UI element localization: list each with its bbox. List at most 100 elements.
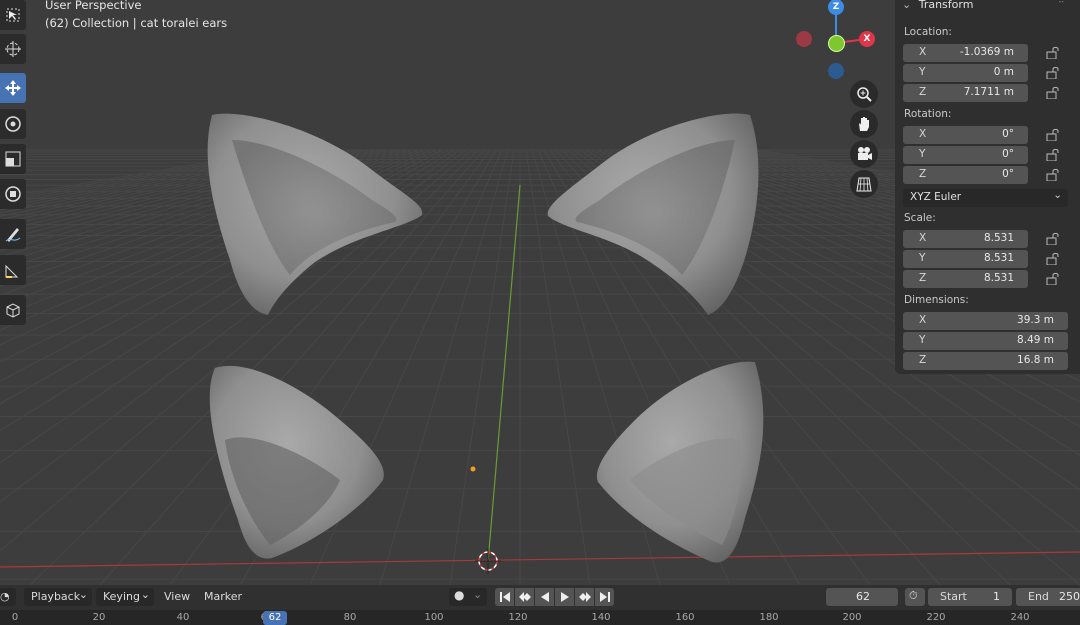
lock-icon[interactable]	[1046, 47, 1060, 59]
lock-icon[interactable]	[1046, 149, 1060, 161]
tick-label: 0	[11, 612, 19, 623]
3d-viewport[interactable]: User Perspective (62) Collection | cat t…	[0, 0, 1080, 585]
lock-icon[interactable]	[1046, 273, 1060, 285]
add-cube-icon[interactable]	[0, 295, 26, 325]
axis-label: Y	[919, 66, 926, 78]
drag-handle-icon[interactable]: ⠿	[1058, 0, 1065, 6]
scale-z-field[interactable]: Z 8.531	[903, 270, 1028, 288]
measure-icon[interactable]	[0, 255, 26, 285]
annotate-icon[interactable]	[0, 219, 26, 249]
lock-icon[interactable]	[1046, 253, 1060, 265]
transform-panel[interactable]: ⌄ Transform ⠿ Location: X -1.0369 m Y0 m …	[895, 0, 1080, 374]
axis-label: Y	[919, 148, 926, 160]
rotation-mode-select[interactable]: XYZ Euler ⌄	[903, 189, 1068, 207]
axis-label: Z	[919, 272, 927, 284]
jump-start-icon[interactable]	[495, 588, 514, 606]
ear-mesh-top-left[interactable]	[207, 113, 423, 315]
field-value: 0 m	[993, 66, 1014, 78]
ear-mesh-top-right[interactable]	[547, 113, 759, 315]
camera-icon[interactable]	[850, 140, 878, 168]
play-icon[interactable]	[555, 588, 574, 606]
clock-icon: ◔	[0, 590, 10, 603]
editor-type-dropdown[interactable]: ◔	[0, 588, 16, 606]
field-value: 0°	[1002, 148, 1014, 160]
axis-label: Z	[919, 168, 927, 180]
chevron-down-icon: ⌄	[140, 588, 150, 601]
prev-keyframe-icon[interactable]	[515, 588, 534, 606]
keying-label: Keying	[103, 590, 140, 603]
rotate-icon[interactable]	[0, 109, 26, 139]
stopwatch-icon[interactable]: ⏱	[905, 588, 925, 606]
tick-label: 240	[1010, 612, 1030, 623]
chevron-down-icon: ⌄	[473, 588, 483, 601]
location-z-field[interactable]: Z 7.1711 m	[903, 84, 1028, 102]
move-icon[interactable]	[0, 73, 26, 103]
frame-ruler[interactable]: 0 20 40 60 80 100 120 140 160 180 200 22…	[0, 610, 1080, 625]
cursor-icon[interactable]	[0, 34, 26, 64]
dimensions-z-field[interactable]: Z 16.8 m	[903, 352, 1068, 370]
transform-title: Transform	[918, 0, 974, 11]
axis-label: Z	[919, 354, 927, 366]
field-value: 39.3 m	[1017, 314, 1054, 326]
select-box-icon[interactable]	[0, 0, 26, 30]
object-origin	[470, 466, 476, 472]
axis-label: Y	[919, 252, 926, 264]
rotation-y-field[interactable]: Y 0°	[903, 146, 1028, 164]
start-label: Start	[940, 590, 967, 603]
lock-icon[interactable]	[1046, 233, 1060, 245]
dimensions-label: Dimensions:	[904, 294, 969, 306]
rotation-label: Rotation:	[904, 108, 952, 120]
tick-label: 80	[343, 612, 357, 623]
current-frame-field[interactable]: 62	[826, 588, 898, 606]
marker-menu[interactable]: Marker	[204, 590, 242, 603]
axis-label: X	[919, 314, 927, 326]
gizmo-neg-z-axis[interactable]	[828, 63, 844, 79]
start-frame-field[interactable]: Start 1	[928, 588, 1012, 606]
rotation-z-field[interactable]: Z 0°	[903, 166, 1028, 184]
collection-label: (62) Collection | cat toralei ears	[45, 16, 228, 30]
field-value: 16.8 m	[1017, 354, 1054, 366]
view-menu[interactable]: View	[164, 590, 190, 603]
gizmo-y-axis[interactable]	[828, 35, 845, 52]
chevron-down-icon: ⌄	[78, 588, 88, 601]
field-value: 8.531	[983, 272, 1014, 284]
record-button[interactable]: ● ⌄	[449, 588, 487, 606]
hand-pan-icon[interactable]	[850, 110, 878, 138]
rotation-x-field[interactable]: X 0°	[903, 126, 1028, 144]
jump-end-icon[interactable]	[595, 588, 614, 606]
zoom-icon[interactable]	[850, 80, 878, 108]
location-y-field[interactable]: Y 0 m	[903, 64, 1028, 82]
stopwatch-glyph: ⏱	[909, 589, 918, 602]
transform-icon[interactable]	[0, 179, 26, 209]
play-reverse-icon[interactable]	[535, 588, 554, 606]
lock-icon[interactable]	[1046, 87, 1060, 99]
axis-label: X	[919, 232, 927, 244]
tick-label: 120	[508, 612, 528, 623]
scale-y-field[interactable]: Y 8.531	[903, 250, 1028, 268]
lock-icon[interactable]	[1046, 67, 1060, 79]
axis-label: X	[919, 46, 927, 58]
lock-icon[interactable]	[1046, 129, 1060, 141]
axis-label: Y	[919, 334, 926, 346]
dimensions-y-field[interactable]: Y 8.49 m	[903, 332, 1068, 350]
rotation-mode-value: XYZ Euler	[910, 191, 962, 203]
end-frame-field[interactable]: End 250	[1016, 588, 1080, 606]
lock-icon[interactable]	[1046, 169, 1060, 181]
gizmo-x-axis[interactable]: X	[859, 31, 875, 47]
start-value: 1	[993, 590, 1000, 603]
timeline-header: ◔ Playback ⌄ Keying ⌄ View Marker ● ⌄ 62…	[0, 585, 1080, 610]
next-keyframe-icon[interactable]	[575, 588, 594, 606]
dimensions-x-field[interactable]: X 39.3 m	[903, 312, 1068, 330]
grid-view-icon[interactable]	[850, 170, 878, 198]
playhead[interactable]: 62	[263, 611, 287, 625]
field-value: 7.1711 m	[963, 86, 1014, 98]
keying-menu[interactable]: Keying ⌄	[96, 588, 154, 606]
gizmo-neg-x-axis[interactable]	[796, 31, 812, 47]
playback-menu[interactable]: Playback ⌄	[24, 588, 92, 606]
ear-mesh-bottom-left[interactable]	[209, 365, 384, 559]
scale-x-field[interactable]: X 8.531	[903, 230, 1028, 248]
ear-mesh-bottom-right[interactable]	[596, 361, 764, 563]
scale-icon[interactable]	[0, 144, 26, 174]
transform-panel-header[interactable]: ⌄ Transform	[902, 0, 973, 11]
location-x-field[interactable]: X -1.0369 m	[903, 44, 1028, 62]
